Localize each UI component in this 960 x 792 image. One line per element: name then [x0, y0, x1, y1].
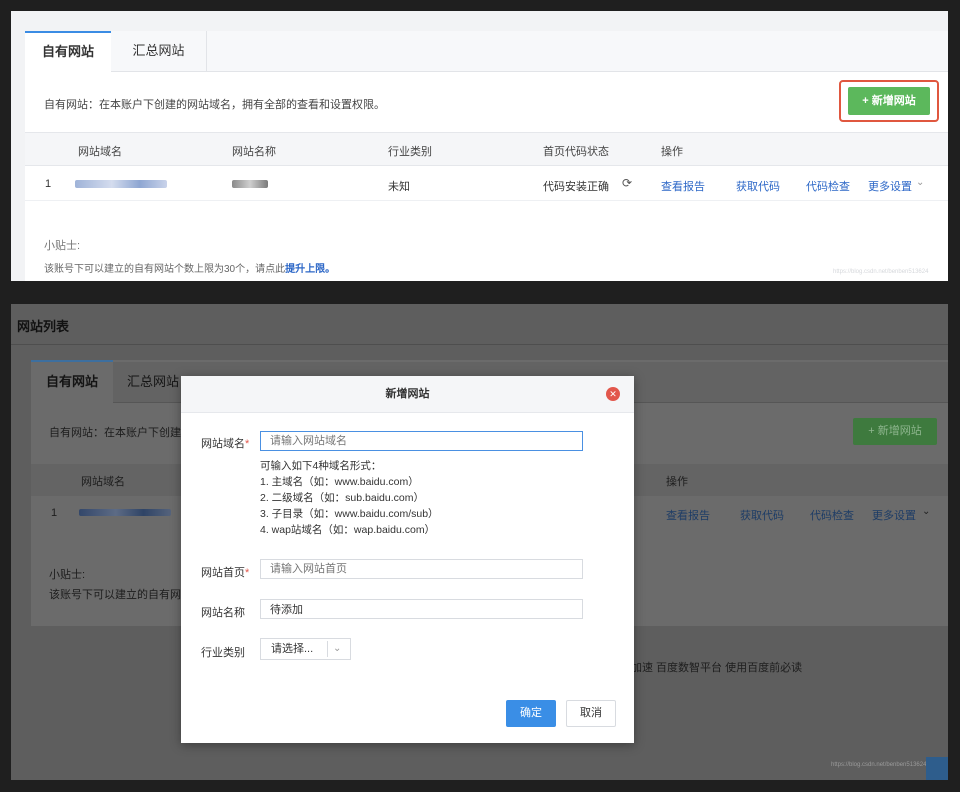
site-name-redacted — [232, 180, 268, 188]
own-sites-description: 自有网站：在本账户下创建的网站域名，拥有全部的查看和设置权限。 — [44, 99, 385, 111]
title-divider — [11, 344, 948, 345]
hint-line: 1. 主域名（如：www.baidu.com） — [260, 476, 419, 488]
bottom-description: 自有网站：在本账户下创建的 — [49, 427, 192, 439]
code-check-link[interactable]: 代码检查 — [806, 178, 850, 194]
required-mark: * — [245, 567, 250, 579]
col-code-status: 首页代码状态 — [543, 146, 609, 158]
site-domain-link-redacted[interactable] — [75, 180, 167, 188]
industry-select-value: 请选择... — [271, 643, 314, 655]
watermark: https://blog.csdn.net/benben513624 — [833, 269, 929, 275]
hint-line: 2. 二级域名（如：sub.baidu.com） — [260, 492, 424, 504]
add-site-modal: 新增网站 ✕ 网站域名* 可输入如下4种域名形式： 1. 主域名（如：www.b… — [181, 376, 634, 743]
footer-links[interactable]: 加速 百度数智平台 使用百度前必读 — [631, 659, 802, 675]
bottom-more-settings-link[interactable]: 更多设置 — [872, 507, 916, 523]
modal-title: 新增网站 — [385, 388, 430, 400]
col-industry: 行业类别 — [388, 146, 432, 158]
bottom-tip-title: 小贴士: — [49, 569, 86, 581]
bottom-chevron-down-icon[interactable]: ⌄ — [922, 506, 930, 517]
get-code-link[interactable]: 获取代码 — [736, 178, 780, 194]
top-panel: 自有网站 汇总网站 自有网站：在本账户下创建的网站域名，拥有全部的查看和设置权限… — [11, 11, 948, 281]
col-actions: 操作 — [661, 146, 683, 158]
view-report-link[interactable]: 查看报告 — [661, 178, 705, 194]
tip-title: 小贴士: — [44, 240, 81, 252]
homepage-input[interactable] — [260, 559, 583, 579]
bottom-view-report-link[interactable]: 查看报告 — [666, 507, 710, 523]
homepage-label: 网站首页* — [201, 564, 249, 580]
chevron-down-icon[interactable]: ⌄ — [916, 177, 924, 188]
bottom-row-index: 1 — [51, 507, 58, 519]
modal-header: 新增网站 ✕ — [181, 376, 634, 413]
tab-summary-sites[interactable]: 汇总网站 — [111, 31, 207, 71]
select-divider — [327, 641, 328, 657]
close-icon[interactable]: ✕ — [606, 387, 620, 401]
raise-limit-link[interactable]: 提升上限。 — [285, 264, 335, 275]
cancel-button[interactable]: 取消 — [566, 700, 616, 727]
more-settings-link[interactable]: 更多设置 — [868, 178, 912, 194]
site-name-input[interactable] — [260, 599, 583, 619]
scroll-corner — [926, 757, 948, 780]
col-site-name: 网站名称 — [232, 146, 276, 158]
row-code-status: 代码安装正确 — [543, 181, 609, 193]
table-header — [25, 132, 948, 166]
required-mark: * — [245, 438, 250, 450]
bottom-tip-text: 该账号下可以建立的自有网站 — [49, 589, 192, 601]
refresh-icon[interactable]: ⟳ — [622, 176, 632, 190]
industry-label: 行业类别 — [201, 647, 245, 659]
row-index: 1 — [45, 178, 52, 190]
domain-hints: 可输入如下4种域名形式： 1. 主域名（如：www.baidu.com） 2. … — [260, 458, 439, 538]
bottom-col-domain: 网站域名 — [81, 476, 125, 488]
industry-select[interactable]: 请选择... ⌄ — [260, 638, 351, 660]
domain-label: 网站域名* — [201, 435, 249, 451]
site-name-label: 网站名称 — [201, 607, 245, 619]
bottom-add-site-button[interactable]: + 新增网站 — [853, 418, 937, 445]
hint-line: 4. wap站域名（如：wap.baidu.com） — [260, 524, 436, 536]
bottom-watermark: https://blog.csdn.net/benben513624 — [831, 762, 927, 768]
top-gutter — [11, 11, 948, 31]
row-industry: 未知 — [388, 181, 410, 193]
page-title: 网站列表 — [17, 319, 70, 334]
bottom-col-actions: 操作 — [666, 476, 688, 488]
homepage-label-text: 网站首页 — [201, 567, 245, 579]
col-domain: 网站域名 — [78, 146, 122, 158]
domain-label-text: 网站域名 — [201, 438, 245, 450]
hint-line: 3. 子目录（如：www.baidu.com/sub） — [260, 508, 439, 520]
add-site-button[interactable]: + 新增网站 — [848, 87, 930, 115]
chevron-down-icon: ⌄ — [333, 643, 342, 654]
tip-text: 该账号下可以建立的自有网站个数上限为30个，请点此提升上限。 — [44, 260, 335, 275]
domain-input[interactable] — [260, 431, 583, 451]
tab-own-sites[interactable]: 自有网站 — [25, 31, 111, 72]
hint-line: 可输入如下4种域名形式： — [260, 460, 382, 472]
bottom-get-code-link[interactable]: 获取代码 — [740, 507, 784, 523]
bottom-domain-redacted — [79, 509, 171, 516]
tip-text-body: 该账号下可以建立的自有网站个数上限为30个，请点此 — [44, 264, 286, 275]
tab-bar: 自有网站 汇总网站 — [25, 31, 948, 72]
left-gutter — [11, 11, 25, 281]
bottom-code-check-link[interactable]: 代码检查 — [810, 507, 854, 523]
bottom-tab-own-sites[interactable]: 自有网站 — [31, 360, 113, 404]
confirm-button[interactable]: 确定 — [506, 700, 556, 727]
